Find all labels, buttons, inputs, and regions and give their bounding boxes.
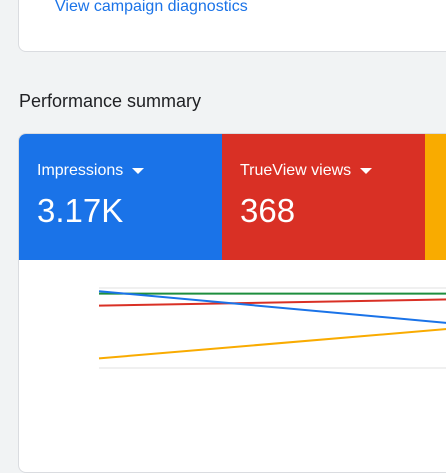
metric-value: 3.17K	[37, 192, 124, 229]
chart-series-line-3	[98, 328, 446, 360]
metric-tile-impressions[interactable]: Impressions 3.17K	[19, 134, 222, 260]
performance-line-chart	[98, 287, 446, 369]
performance-summary-card: Impressions 3.17K TrueView views 368	[18, 133, 446, 473]
chart-series-line-1	[98, 298, 446, 307]
metric-value: 368	[240, 192, 296, 229]
metric-tile-third[interactable]	[425, 134, 446, 260]
metric-label: TrueView views	[240, 162, 352, 179]
metric-tile-trueview-views[interactable]: TrueView views 368	[222, 134, 425, 260]
metric-label: Impressions	[37, 162, 124, 179]
diagnostics-card: View campaign diagnostics	[18, 0, 446, 52]
caret-down-icon	[360, 168, 373, 174]
performance-summary-title: Performance summary	[19, 91, 202, 111]
metric-selector-impressions[interactable]: Impressions	[37, 162, 222, 180]
chart-series-line-2	[98, 290, 446, 324]
metric-selector-trueview-views[interactable]: TrueView views	[240, 162, 425, 180]
caret-down-icon	[132, 168, 145, 174]
view-campaign-diagnostics-link[interactable]: View campaign diagnostics	[55, 0, 248, 16]
